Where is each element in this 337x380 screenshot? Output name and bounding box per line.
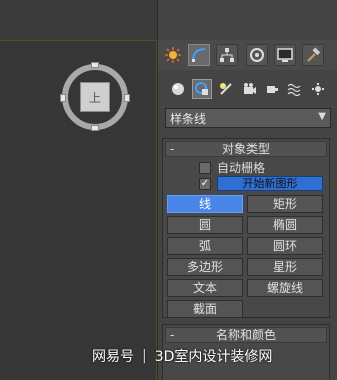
motion-tab[interactable]	[246, 44, 268, 66]
viewcube-face-label: 上	[88, 90, 101, 105]
helpers-icon	[267, 86, 278, 93]
viewcube[interactable]: 上	[60, 62, 130, 131]
arc-button[interactable]: 弧	[167, 237, 243, 255]
compass-north-tick	[91, 62, 99, 68]
compass-west-tick	[60, 94, 66, 102]
cameras-icon	[244, 83, 256, 94]
viewport[interactable]: 上	[0, 0, 157, 380]
line-button[interactable]: 线	[167, 195, 243, 213]
object-type-title: 对象类型	[221, 142, 270, 156]
lights-category[interactable]	[216, 79, 236, 99]
utilities-tab[interactable]	[302, 44, 324, 66]
object-type-rollout-header[interactable]: - 对象类型	[165, 141, 327, 157]
curve-modify-icon	[192, 48, 206, 62]
modify-tab[interactable]	[188, 44, 210, 66]
geometry-sphere-icon	[172, 83, 184, 95]
create-tab[interactable]	[162, 44, 184, 66]
star-button[interactable]: 星形	[247, 258, 323, 276]
systems-icon	[312, 83, 324, 95]
text-button[interactable]: 文本	[167, 279, 243, 297]
dropdown-selected-value: 样条线	[170, 111, 207, 126]
watermark-author: 3D室内设计装修网	[154, 349, 273, 365]
ngon-button[interactable]: 多边形	[167, 258, 243, 276]
auto-grid-row[interactable]: 自动栅格	[199, 160, 265, 175]
compass-south-tick	[91, 125, 99, 131]
auto-grid-label: 自动栅格	[217, 161, 266, 175]
spacewarps-icon	[287, 83, 301, 96]
object-type-rollout: - 对象类型 自动栅格 ✓ 开始新图形 线 矩形 圆 椭圆 弧 圆环 多边形 星…	[162, 138, 330, 318]
collapse-icon: -	[170, 328, 175, 342]
start-new-shape-row[interactable]: ✓ 开始新图形	[199, 176, 323, 191]
cameras-category[interactable]	[240, 79, 260, 99]
ellipse-button[interactable]: 椭圆	[247, 216, 323, 234]
section-button[interactable]: 截面	[167, 300, 243, 318]
systems-category[interactable]	[308, 79, 328, 99]
donut-button[interactable]: 圆环	[247, 237, 323, 255]
name-color-rollout-header[interactable]: - 名称和颜色	[165, 327, 327, 343]
collapse-icon: -	[170, 142, 175, 156]
hammer-utilities-icon	[307, 47, 321, 62]
auto-grid-checkbox[interactable]	[199, 161, 211, 174]
name-color-title: 名称和颜色	[215, 328, 276, 342]
sun-create-icon	[165, 47, 181, 63]
start-new-shape-checkbox[interactable]: ✓	[199, 177, 211, 190]
object-subtype-dropdown[interactable]: 样条线 ▼	[165, 108, 331, 128]
start-new-shape-field[interactable]: 开始新图形	[217, 176, 323, 191]
spacewarps-category[interactable]	[284, 79, 304, 99]
geometry-category[interactable]	[168, 79, 188, 99]
chevron-down-icon: ▼	[318, 111, 326, 122]
rectangle-button[interactable]: 矩形	[247, 195, 323, 213]
circle-button[interactable]: 圆	[167, 216, 243, 234]
watermark: 网易号 | 3D室内设计装修网	[92, 346, 272, 366]
helix-button[interactable]: 螺旋线	[247, 279, 323, 297]
hierarchy-tab[interactable]	[216, 44, 238, 66]
lights-icon	[220, 83, 232, 95]
display-tab[interactable]	[274, 44, 296, 66]
object-category-bar	[158, 76, 337, 102]
viewcube-top-face[interactable]: 上	[80, 82, 110, 112]
watermark-source: 网易号	[92, 349, 134, 365]
shapes-category[interactable]	[192, 79, 212, 99]
display-icon	[277, 48, 293, 62]
hierarchy-icon	[220, 48, 234, 62]
compass-east-tick	[124, 94, 130, 102]
helpers-category[interactable]	[262, 79, 282, 99]
shapes-icon	[195, 82, 208, 95]
command-panel-tabs	[158, 40, 337, 70]
command-panel: 样条线 ▼ - 对象类型 自动栅格 ✓ 开始新图形 线 矩形 圆 椭圆 弧 圆环…	[157, 0, 337, 380]
motion-icon	[250, 48, 264, 62]
watermark-separator: |	[142, 348, 147, 364]
